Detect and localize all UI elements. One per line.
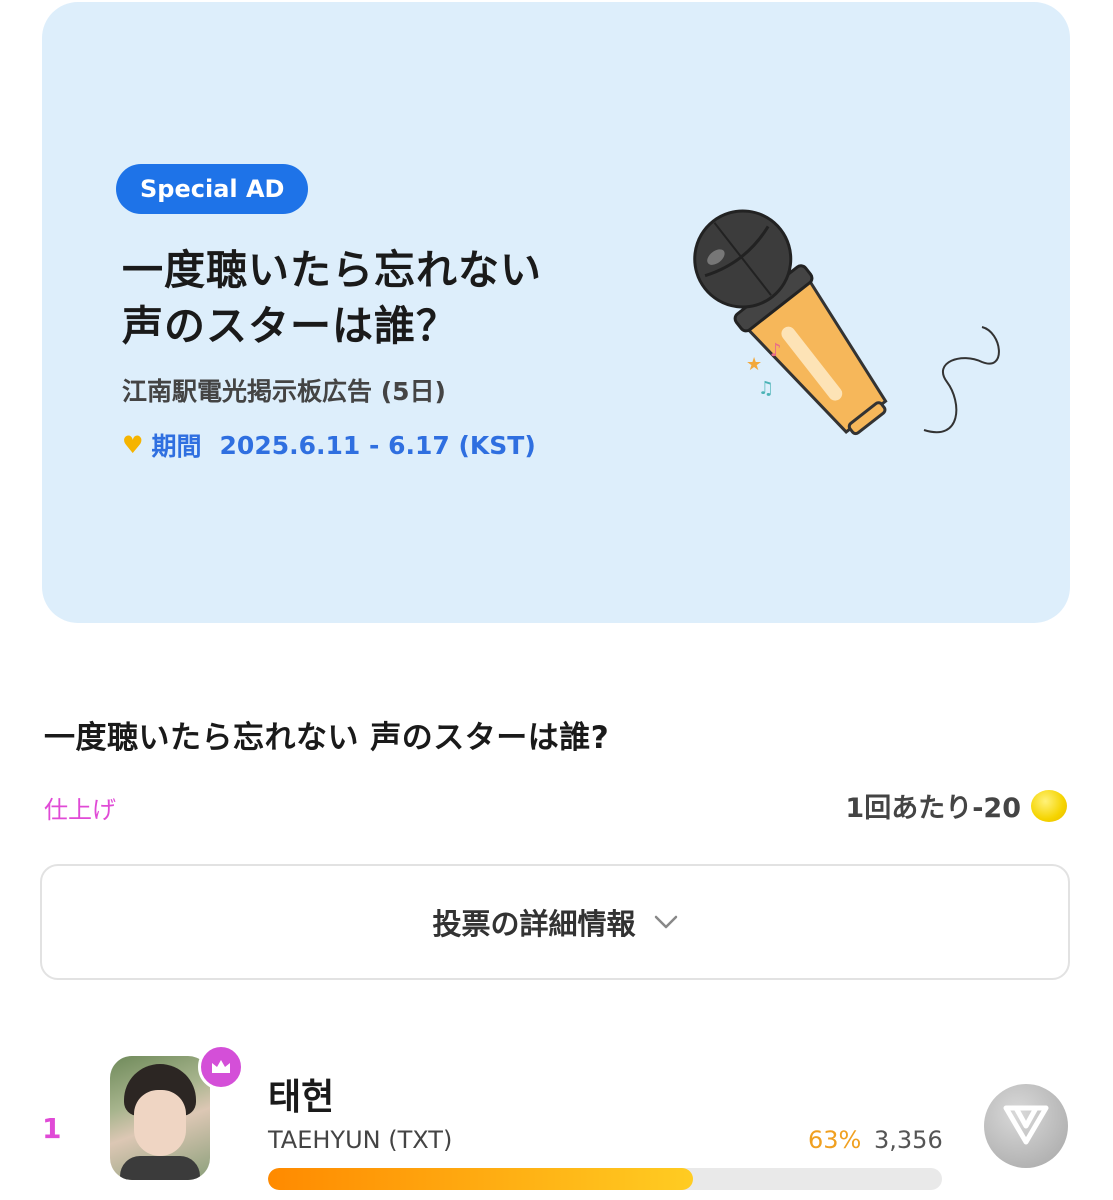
- status-label: 仕上げ: [44, 796, 116, 824]
- candidate-rank: 1: [42, 1112, 62, 1145]
- vote-cost-text: 1回あたり-20: [845, 793, 1021, 824]
- special-ad-badge: Special AD: [116, 164, 309, 214]
- vote-progress-fill: [268, 1168, 693, 1190]
- vote-percent: 63%: [808, 1126, 862, 1154]
- crown-icon: [198, 1044, 244, 1090]
- vote-title: 一度聴いたら忘れない 声のスターは誰?: [44, 720, 610, 756]
- vote-progress-bar: [268, 1168, 942, 1190]
- banner-title-line1: 一度聴いたら忘れない: [122, 246, 542, 294]
- chevron-down-icon: [654, 915, 677, 929]
- candidate-name: 태현: [268, 1077, 335, 1118]
- microphone-illustration: ★ ♪ ♫: [693, 209, 1000, 436]
- svg-text:★: ★: [746, 354, 762, 375]
- svg-text:♫: ♫: [758, 378, 774, 399]
- promo-banner[interactable]: Special AD 一度聴いたら忘れない 声のスターは誰？ 江南駅電光掲示板広…: [42, 2, 1070, 623]
- vote-count: 3,356: [874, 1126, 943, 1154]
- candidate-group: TAEHYUN (TXT): [268, 1126, 453, 1154]
- avatar[interactable]: [110, 1056, 210, 1180]
- banner-subtitle: 江南駅電光掲示板広告 (5日): [122, 377, 446, 406]
- period-dates: 2025.6.11 - 6.17 (KST): [219, 430, 536, 460]
- heart-icon: ♥: [122, 431, 144, 459]
- svg-text:♪: ♪: [770, 340, 782, 361]
- coin-icon: [1031, 789, 1067, 822]
- banner-title-line2: 声のスターは誰？: [122, 302, 458, 350]
- vote-icon[interactable]: [984, 1084, 1068, 1168]
- banner-title: 一度聴いたら忘れない 声のスターは誰？: [122, 242, 682, 354]
- vote-cost: 1回あたり-20: [845, 786, 1067, 825]
- vote-details-label: 投票の詳細情報: [432, 907, 636, 941]
- period-label: 期間: [151, 432, 202, 461]
- vote-details-button[interactable]: 投票の詳細情報: [40, 864, 1070, 980]
- period-row: ♥ 期間 2025.6.11 - 6.17 (KST): [122, 427, 536, 463]
